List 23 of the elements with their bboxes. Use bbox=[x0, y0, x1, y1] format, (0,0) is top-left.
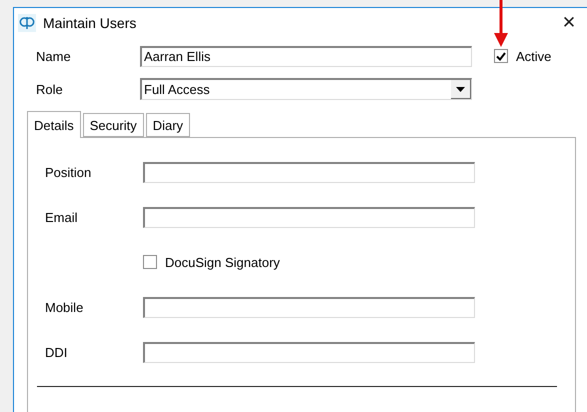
text-field[interactable] bbox=[143, 296, 475, 318]
tab[interactable]: Details bbox=[27, 111, 81, 138]
window-title: Maintain Users bbox=[43, 15, 138, 31]
tab[interactable]: Diary bbox=[146, 113, 190, 137]
text-field[interactable] bbox=[143, 342, 475, 362]
close-button[interactable]: ✕ bbox=[551, 8, 587, 38]
checkmark-icon bbox=[496, 52, 506, 60]
down-arrow-drawing bbox=[494, 0, 508, 48]
dropdown-arrow-icon bbox=[456, 86, 465, 92]
docusign-checkbox[interactable]: DocuSign Signatory bbox=[143, 254, 280, 270]
active-checkbox[interactable]: Active bbox=[494, 48, 552, 64]
field-label: Name bbox=[35, 48, 72, 64]
text-field[interactable] bbox=[143, 162, 475, 182]
field-label: Position bbox=[44, 164, 92, 180]
field-label: Role bbox=[35, 82, 64, 96]
app-logo-icon bbox=[18, 14, 36, 32]
field-label: Mobile bbox=[44, 300, 84, 314]
role-dropdown[interactable]: Full Access bbox=[140, 78, 472, 100]
text-field[interactable] bbox=[143, 206, 475, 228]
field-label: Email bbox=[44, 210, 79, 224]
field-label: DDI bbox=[44, 344, 68, 360]
tab[interactable]: Security bbox=[82, 113, 144, 137]
name-field[interactable]: Aarran Ellis bbox=[140, 46, 472, 66]
